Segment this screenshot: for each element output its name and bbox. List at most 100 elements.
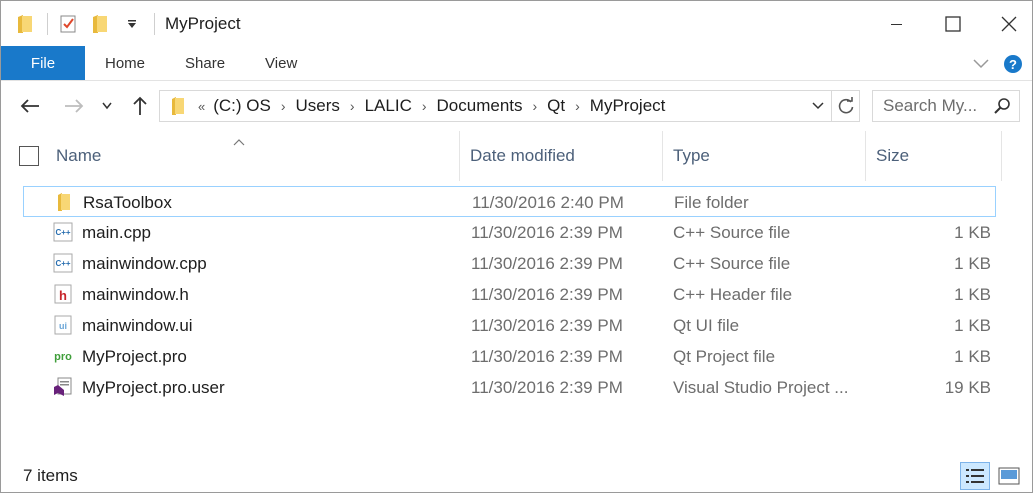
help-button[interactable]: ? [1000,51,1026,77]
file-row[interactable]: MyProject.pro.user 11/30/2016 2:39 PM Vi… [23,372,996,403]
close-button[interactable] [986,1,1032,46]
tab-home[interactable]: Home [85,46,165,80]
file-type: C++ Header file [673,285,793,304]
large-icons-view-button[interactable] [994,462,1024,490]
column-header-size[interactable]: Size [866,131,1002,181]
arrow-up-icon [133,96,147,115]
file-type: Qt Project file [673,347,776,366]
file-name: main.cpp [82,223,151,242]
column-header-type[interactable]: Type [663,131,866,181]
pro-file-icon: pro [53,346,73,366]
file-size: 1 KB [954,223,991,242]
chevron-down-icon [973,58,989,68]
file-type: Qt UI file [673,316,740,335]
folder-icon [54,192,74,212]
column-header-date-label: Date modified [470,146,575,165]
back-button[interactable] [17,93,43,119]
breadcrumb-item[interactable]: Documents [437,96,523,116]
chevron-down-icon [812,102,824,110]
refresh-button[interactable] [831,91,859,121]
svg-text:?: ? [1009,57,1017,72]
recent-locations-button[interactable] [97,93,117,119]
header-file-icon: h [53,284,73,304]
breadcrumb-separator[interactable]: › [350,98,355,114]
view-switcher [956,462,1024,490]
file-row[interactable]: pro MyProject.pro 11/30/2016 2:39 PM Qt … [23,341,996,372]
ribbon-controls: ? [968,46,1032,81]
customize-qat-icon[interactable] [120,12,144,36]
breadcrumb-item[interactable]: MyProject [590,96,666,116]
file-size: 1 KB [954,347,991,366]
minimize-icon [891,23,902,25]
details-view-button[interactable] [960,462,990,490]
ribbon-tabs: File Home Share View ? [1,46,1032,81]
minimize-button[interactable] [874,1,920,46]
forward-button[interactable] [61,93,87,119]
up-button[interactable] [127,93,153,119]
search-icon[interactable] [993,97,1011,120]
breadcrumb-overflow[interactable]: « [198,99,205,114]
tab-file[interactable]: File [1,46,85,80]
navigation-bar: « (C:) OS › Users › LALIC › Documents › … [1,81,1032,131]
file-date: 11/30/2016 2:39 PM [471,254,623,273]
breadcrumb-separator[interactable]: › [281,98,286,114]
address-bar[interactable]: « (C:) OS › Users › LALIC › Documents › … [159,90,860,122]
file-date: 11/30/2016 2:39 PM [471,285,623,304]
properties-icon[interactable] [56,12,80,36]
file-date: 11/30/2016 2:39 PM [471,378,623,397]
address-dropdown-button[interactable] [807,91,829,121]
column-header-name[interactable]: Name [46,131,460,181]
maximize-button[interactable] [930,1,976,46]
maximize-icon [945,15,961,32]
tab-view[interactable]: View [245,46,317,80]
svg-text:h: h [59,288,67,303]
file-row[interactable]: h mainwindow.h 11/30/2016 2:39 PM C++ He… [23,279,996,310]
status-bar: 7 items [1,459,1032,493]
cpp-file-icon: C++ [53,222,73,242]
quick-access-toolbar: MyProject [1,1,241,46]
cpp-file-icon: C++ [53,253,73,273]
file-date: 11/30/2016 2:40 PM [472,193,624,212]
breadcrumb-item[interactable]: Qt [547,96,565,116]
file-row[interactable]: RsaToolbox 11/30/2016 2:40 PM File folde… [23,186,996,217]
file-name: MyProject.pro.user [82,378,225,397]
new-folder-icon[interactable] [88,12,112,36]
visual-studio-file-icon [53,377,73,397]
chevron-down-icon [102,102,112,110]
file-date: 11/30/2016 2:39 PM [471,316,623,335]
refresh-icon [838,97,853,114]
column-header-size-label: Size [876,146,910,165]
file-name: mainwindow.ui [82,316,193,335]
qat-separator [154,12,155,35]
breadcrumb-separator[interactable]: › [533,98,538,114]
file-name: mainwindow.h [82,285,189,304]
tab-share[interactable]: Share [165,46,245,80]
svg-text:C++: C++ [55,259,70,268]
expand-ribbon-button[interactable] [968,51,994,77]
column-header-type-label: Type [673,146,710,165]
help-icon: ? [1004,54,1022,73]
folder-icon [164,91,192,121]
breadcrumb-item[interactable]: LALIC [365,96,412,116]
file-size: 1 KB [954,254,991,273]
search-box[interactable] [872,90,1020,122]
file-row[interactable]: ui mainwindow.ui 11/30/2016 2:39 PM Qt U… [23,310,996,341]
search-input[interactable] [883,96,991,116]
file-name: mainwindow.cpp [82,254,207,273]
select-all-checkbox[interactable] [19,146,39,166]
folder-icon [13,12,37,36]
ui-file-icon: ui [53,315,73,335]
file-date: 11/30/2016 2:39 PM [471,347,623,366]
breadcrumb-separator[interactable]: › [422,98,427,114]
svg-text:pro: pro [54,351,72,363]
column-header-date[interactable]: Date modified [460,131,663,181]
arrow-left-icon [20,99,39,113]
file-type: C++ Source file [673,223,791,242]
file-row[interactable]: C++ main.cpp 11/30/2016 2:39 PM C++ Sour… [23,217,996,248]
arrow-right-icon [65,99,84,113]
window-controls [874,1,1032,46]
breadcrumb-item[interactable]: (C:) OS [213,96,271,116]
file-row[interactable]: C++ mainwindow.cpp 11/30/2016 2:39 PM C+… [23,248,996,279]
breadcrumb-separator[interactable]: › [575,98,580,114]
breadcrumb-item[interactable]: Users [296,96,340,116]
